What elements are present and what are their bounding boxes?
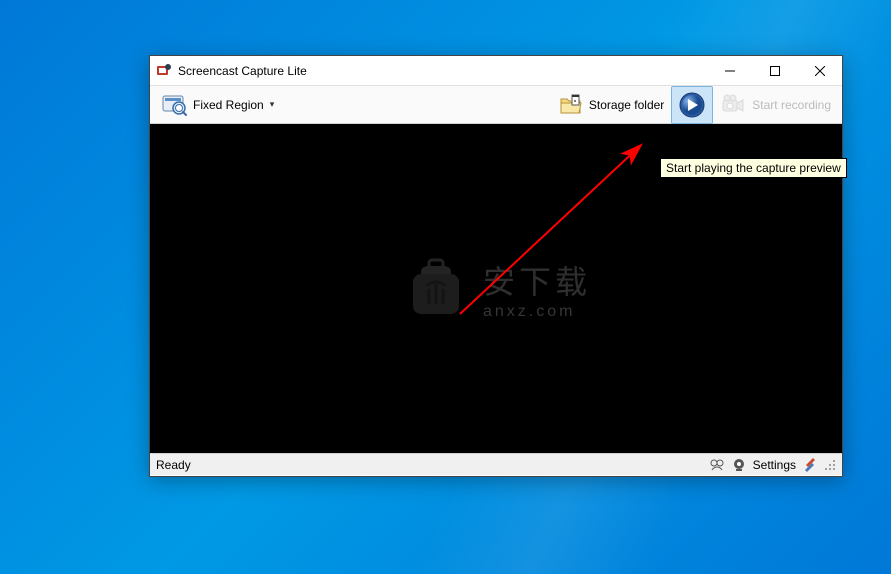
webcam-icon[interactable]: [731, 457, 747, 473]
app-window: Screencast Capture Lite Fixed Region ▾: [149, 55, 843, 477]
watermark-url: anxz.com: [483, 303, 591, 321]
region-label: Fixed Region: [193, 98, 264, 112]
app-icon: [156, 63, 172, 79]
titlebar[interactable]: Screencast Capture Lite: [150, 56, 842, 86]
statusbar: Ready Settings: [150, 453, 842, 475]
watermark-cn: 安下载: [483, 257, 591, 303]
start-recording-button[interactable]: Start recording: [713, 86, 838, 124]
toolbar: Fixed Region ▾ Storage folder: [150, 86, 842, 124]
storage-folder-button[interactable]: Storage folder: [550, 86, 671, 124]
close-button[interactable]: [797, 56, 842, 85]
folder-icon: [557, 91, 585, 119]
minimize-button[interactable]: [707, 56, 752, 85]
camera-icon: [720, 91, 748, 119]
magnifier-icon: [161, 91, 189, 119]
record-label: Start recording: [752, 98, 831, 112]
settings-label[interactable]: Settings: [753, 458, 796, 472]
watermark: 安下载 anxz.com: [401, 254, 591, 324]
tooltip-text: Start playing the capture preview: [666, 161, 841, 175]
play-preview-button[interactable]: [671, 86, 713, 124]
tooltip: Start playing the capture preview: [660, 158, 847, 178]
audio-devices-icon[interactable]: [709, 457, 725, 473]
region-selector-button[interactable]: Fixed Region ▾: [154, 86, 281, 124]
status-text: Ready: [156, 458, 703, 472]
play-icon: [678, 91, 706, 119]
resize-grip[interactable]: [824, 459, 836, 471]
settings-tools-icon[interactable]: [802, 457, 818, 473]
maximize-button[interactable]: [752, 56, 797, 85]
window-title: Screencast Capture Lite: [178, 64, 707, 78]
storage-label: Storage folder: [589, 98, 664, 112]
chevron-down-icon: ▾: [270, 99, 275, 110]
